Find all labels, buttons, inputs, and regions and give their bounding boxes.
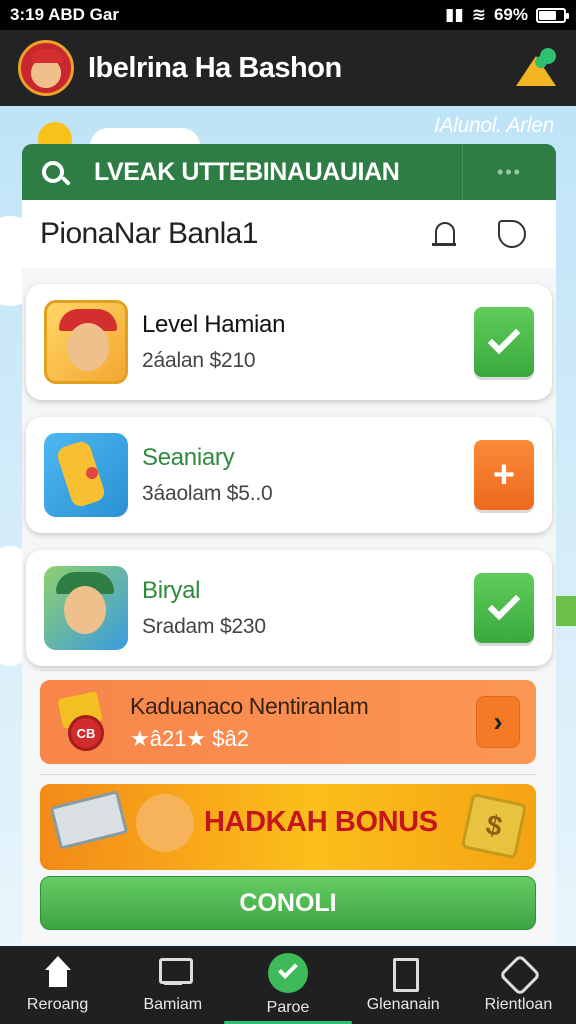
item-info: Level Hamian 2áalan $210 xyxy=(142,311,474,373)
bonus-title: HADKAH BONUS xyxy=(204,806,438,838)
check-button[interactable] xyxy=(474,307,534,377)
money-icon xyxy=(49,790,129,850)
divider xyxy=(40,774,536,775)
avatar[interactable] xyxy=(18,40,74,96)
nav-label: Reroang xyxy=(26,996,89,1013)
bonus-banner[interactable]: HADKAH BONUS $ xyxy=(40,784,536,870)
app-title: Ibelrina Ha Bashon xyxy=(88,51,342,84)
home-icon xyxy=(41,956,75,990)
item-price: 3áaolam $5..0 xyxy=(142,482,273,505)
promo-subtitle: ★â21★ $â2 xyxy=(130,725,249,751)
plus-icon: + xyxy=(492,453,516,496)
promo-banner[interactable]: CB Kaduanaco Nentiranlam ★â21★ $â2 › xyxy=(40,680,536,764)
item-name: Biryal xyxy=(142,577,201,604)
status-indicators: ▮▮ ≋ 69% xyxy=(445,5,569,25)
item-thumbnail xyxy=(44,566,128,650)
badge-icon xyxy=(501,956,535,990)
item-price: 2áalan $210 xyxy=(142,349,256,372)
chevron-right-icon[interactable]: › xyxy=(476,696,520,748)
check-icon xyxy=(487,587,521,621)
nav-item-home[interactable]: Reroang xyxy=(0,946,115,1024)
list-item[interactable]: Seaniary 3áaolam $5..0 + xyxy=(26,417,552,533)
nav-label: Rientloan xyxy=(484,996,553,1013)
continue-button[interactable]: CONOLI xyxy=(40,876,536,930)
monitor-icon xyxy=(156,956,193,990)
item-thumbnail xyxy=(44,300,128,384)
main-panel: LVEAK UTTEBINAUAUIAN ••• PionaNar Banla1… xyxy=(22,144,556,944)
item-info: Seaniary 3áaolam $5..0 xyxy=(142,444,474,506)
gift-box-icon: $ xyxy=(460,792,528,860)
gift-icon: CB xyxy=(54,691,116,753)
promo-title: Kaduanaco Nentiranlam xyxy=(130,692,369,719)
item-info: Biryal Sradam $230 xyxy=(142,577,474,639)
more-dots-icon[interactable]: ••• xyxy=(462,144,556,200)
item-thumbnail xyxy=(44,433,128,517)
battery-icon xyxy=(536,7,569,23)
check-icon xyxy=(487,321,521,355)
nav-label: Paroe xyxy=(266,999,310,1016)
promo-badge: CB xyxy=(68,715,104,751)
app-header: Ibelrina Ha Bashon xyxy=(0,30,576,106)
check-icon xyxy=(268,953,308,993)
status-bar: 3:19 ABD Gar ▮▮ ≋ 69% xyxy=(0,0,576,30)
bell-icon[interactable] xyxy=(432,220,458,248)
section-title: PionaNar Banla1 xyxy=(40,217,258,250)
list-item[interactable]: Biryal Sradam $230 xyxy=(26,550,552,666)
item-price: Sradam $230 xyxy=(142,615,266,638)
mascot-icon xyxy=(136,794,194,852)
divider xyxy=(40,670,536,671)
wifi-icon: ≋ xyxy=(471,5,486,24)
nav-label: Bamiam xyxy=(143,996,203,1013)
bottom-nav: Reroang Bamiam Paroe Glenanain Rientloan xyxy=(0,946,576,1024)
search-icon[interactable] xyxy=(42,161,64,183)
promo-info: Kaduanaco Nentiranlam ★â21★ $â2 xyxy=(130,693,476,752)
nav-item-check[interactable]: Paroe xyxy=(230,946,345,1024)
add-button[interactable]: + xyxy=(474,440,534,510)
nav-item-document[interactable]: Glenanain xyxy=(346,946,461,1024)
signal-icon: ▮▮ xyxy=(445,5,464,24)
comment-icon[interactable] xyxy=(498,220,526,248)
sky-label: IAlunol. Arlen xyxy=(434,114,554,137)
status-time: 3:19 ABD Gar xyxy=(10,5,119,24)
nav-item-monitor[interactable]: Bamiam xyxy=(115,946,230,1024)
battery-fill xyxy=(539,10,556,20)
item-name: Level Hamian xyxy=(142,311,286,338)
document-icon xyxy=(386,956,420,992)
list-item[interactable]: Level Hamian 2áalan $210 xyxy=(26,284,552,400)
check-button[interactable] xyxy=(474,573,534,643)
search-bar[interactable]: LVEAK UTTEBINAUAUIAN ••• xyxy=(22,144,556,200)
notification-icon[interactable] xyxy=(514,48,558,88)
battery-percent: 69% xyxy=(493,5,528,24)
nav-label: Glenanain xyxy=(366,996,440,1013)
item-name: Seaniary xyxy=(142,444,235,471)
section-header: PionaNar Banla1 xyxy=(22,200,556,268)
search-text: LVEAK UTTEBINAUAUIAN xyxy=(94,157,400,186)
nav-item-badge[interactable]: Rientloan xyxy=(461,946,576,1024)
